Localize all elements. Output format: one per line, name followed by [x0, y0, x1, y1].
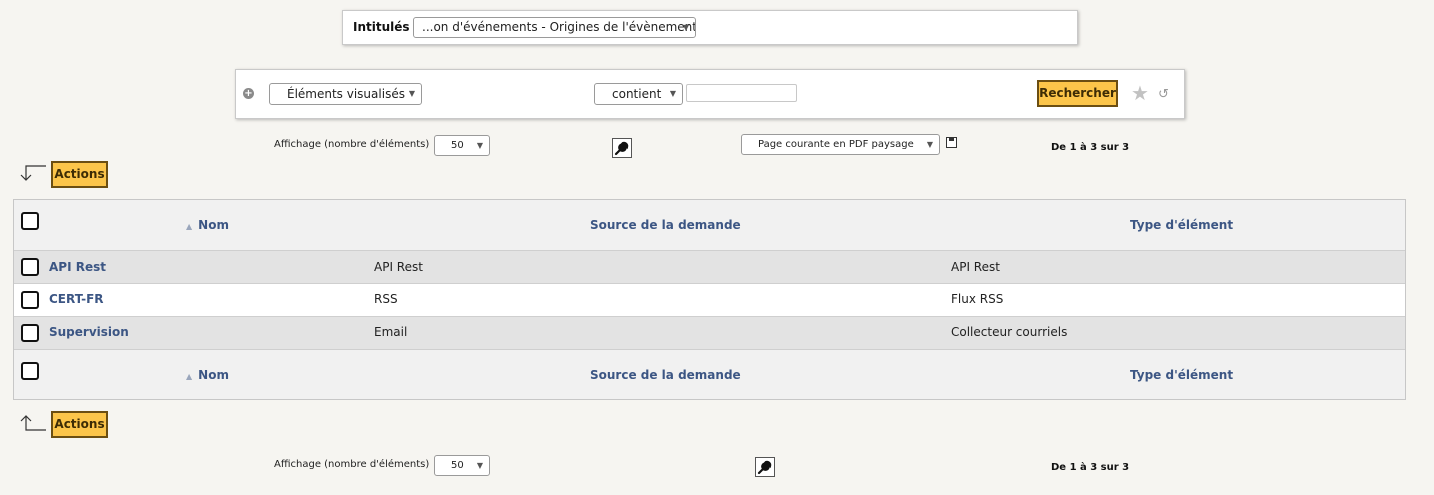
search-operator-value: contient [612, 87, 662, 101]
page-size-select[interactable]: 50 ▼ [434, 135, 490, 156]
chevron-down-icon: ▼ [669, 89, 676, 98]
column-footer-type[interactable]: Type d'élément [1130, 368, 1233, 382]
column-header-source[interactable]: Source de la demande [590, 218, 741, 232]
column-footer-name-label: Nom [198, 368, 229, 382]
row-name-link[interactable]: CERT-FR [49, 292, 104, 306]
column-header-name[interactable]: ▲ Nom [186, 218, 229, 232]
chevron-down-icon: ▼ [682, 23, 689, 32]
select-all-checkbox[interactable] [21, 212, 39, 230]
save-icon-shutter [949, 138, 954, 141]
table-row[interactable]: Supervision Email Collecteur courriels [14, 316, 1405, 349]
arrow-down-left-icon [16, 164, 46, 182]
row-name-link[interactable]: API Rest [49, 260, 106, 274]
search-field-value: Éléments visualisés [287, 87, 405, 101]
column-footer-source[interactable]: Source de la demande [590, 368, 741, 382]
search-field-select[interactable]: Éléments visualisés ▼ [269, 83, 422, 105]
column-header-name-label: Nom [198, 218, 229, 232]
row-source: Email [374, 325, 408, 339]
results-table: ▲ Nom Source de la demande Type d'élément… [13, 199, 1406, 400]
table-footer-header: ▲ Nom Source de la demande Type d'élément [14, 349, 1405, 399]
row-checkbox[interactable] [21, 291, 39, 309]
row-source: RSS [374, 292, 398, 306]
row-type: API Rest [951, 260, 1000, 274]
arrow-up-left-icon [16, 414, 46, 432]
row-checkbox[interactable] [21, 258, 39, 276]
page-size-value-bottom: 50 [451, 460, 464, 471]
chevron-down-icon: ▼ [476, 141, 483, 150]
add-criteria-icon[interactable]: + [243, 88, 254, 99]
table-row[interactable]: API Rest API Rest API Rest [14, 250, 1405, 283]
table-row[interactable]: CERT-FR RSS Flux RSS [14, 283, 1405, 316]
save-icon[interactable] [946, 137, 957, 148]
wrench-icon[interactable] [612, 138, 632, 158]
row-checkbox[interactable] [21, 324, 39, 342]
chevron-down-icon: ▼ [408, 89, 415, 98]
star-icon[interactable]: ★ [1131, 81, 1149, 105]
column-footer-name[interactable]: ▲ Nom [186, 368, 229, 382]
row-source: API Rest [374, 260, 423, 274]
pager-text-bottom: De 1 à 3 sur 3 [1051, 462, 1130, 473]
sort-asc-icon: ▲ [186, 372, 193, 381]
column-header-type[interactable]: Type d'élément [1130, 218, 1233, 232]
actions-button-bottom[interactable]: Actions [51, 411, 108, 438]
reset-icon[interactable]: ↺ [1158, 85, 1169, 105]
row-type: Collecteur courriels [951, 325, 1068, 339]
display-count-label: Affichage (nombre d'éléments) [274, 139, 430, 150]
display-count-label-bottom: Affichage (nombre d'éléments) [274, 459, 430, 470]
actions-button-top[interactable]: Actions [51, 161, 108, 188]
page-size-select-bottom[interactable]: 50 ▼ [434, 455, 490, 476]
search-button[interactable]: Rechercher [1037, 80, 1118, 107]
select-all-checkbox-footer[interactable] [21, 362, 39, 380]
wrench-icon-bottom[interactable] [755, 457, 775, 477]
labels-select-value: ...on d'événements - Origines de l'évène… [422, 20, 696, 34]
labels-panel: Intitulés ...on d'événements - Origines … [342, 10, 1078, 45]
row-type: Flux RSS [951, 292, 1004, 306]
chevron-down-icon: ▼ [926, 140, 933, 149]
sort-asc-icon: ▲ [186, 222, 193, 231]
search-panel: + Éléments visualisés ▼ contient ▼ Reche… [235, 69, 1185, 119]
chevron-down-icon: ▼ [476, 461, 483, 470]
labels-label: Intitulés [353, 20, 410, 34]
export-select[interactable]: Page courante en PDF paysage ▼ [741, 134, 940, 155]
labels-select[interactable]: ...on d'événements - Origines de l'évène… [413, 17, 696, 38]
export-select-value: Page courante en PDF paysage [758, 139, 914, 150]
page-size-value: 50 [451, 140, 464, 151]
search-input[interactable] [686, 84, 797, 102]
search-operator-select[interactable]: contient ▼ [594, 83, 683, 105]
row-name-link[interactable]: Supervision [49, 325, 129, 339]
pager-text: De 1 à 3 sur 3 [1051, 142, 1130, 153]
